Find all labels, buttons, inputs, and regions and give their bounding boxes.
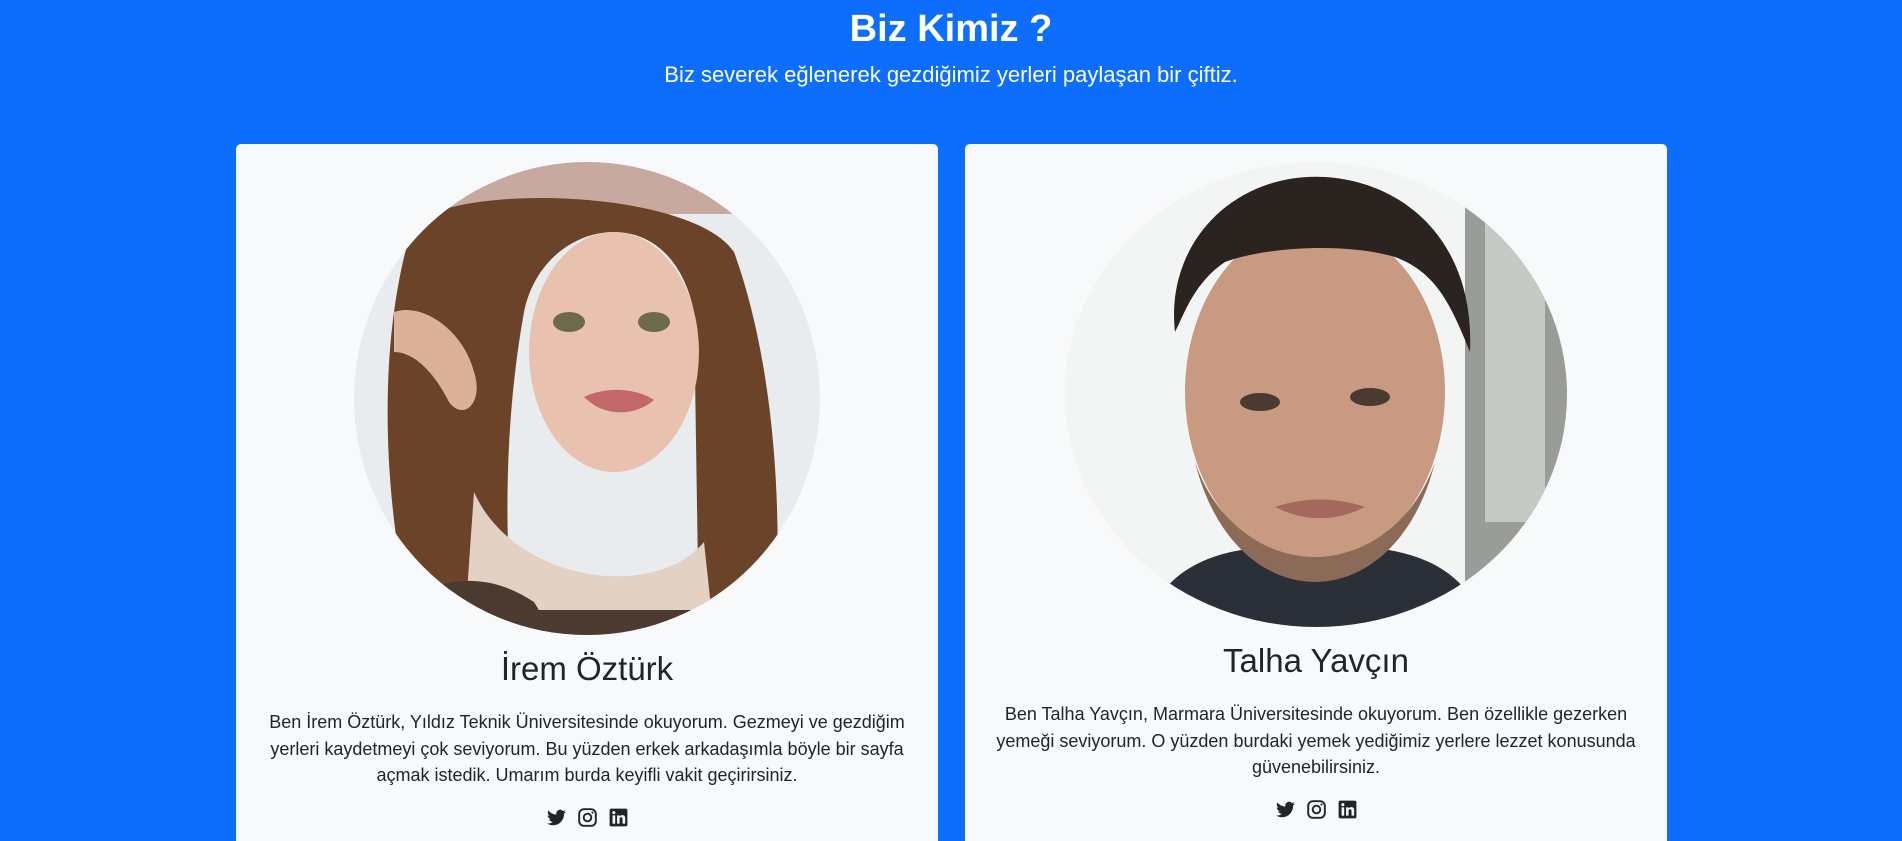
social-links: [965, 800, 1667, 819]
member-photo: [354, 162, 820, 635]
linkedin-icon[interactable]: [609, 808, 628, 827]
member-card-irem: İrem Öztürk Ben İrem Öztürk, Yıldız Tekn…: [236, 144, 938, 841]
member-name: Talha Yavçın: [1223, 642, 1409, 679]
member-photo: [1065, 162, 1567, 627]
section-subtitle: Biz severek eğlenerek gezdiğimiz yerleri…: [664, 62, 1238, 87]
member-bio: Ben İrem Öztürk, Yıldız Teknik Üniversit…: [269, 712, 905, 785]
social-links: [236, 808, 938, 827]
twitter-icon[interactable]: [1275, 800, 1295, 819]
member-bio: Ben Talha Yavçın, Marmara Üniversitesind…: [996, 704, 1636, 777]
instagram-icon[interactable]: [577, 808, 597, 827]
linkedin-icon[interactable]: [1338, 800, 1357, 819]
member-name: İrem Öztürk: [500, 650, 674, 687]
instagram-icon[interactable]: [1306, 800, 1326, 819]
about-section: Biz Kimiz ? Biz severek eğlenerek gezdiğ…: [0, 0, 1902, 841]
member-card-talha: Talha Yavçın Ben Talha Yavçın, Marmara Ü…: [965, 144, 1667, 841]
section-title: Biz Kimiz ?: [849, 8, 1053, 50]
twitter-icon[interactable]: [546, 808, 566, 827]
